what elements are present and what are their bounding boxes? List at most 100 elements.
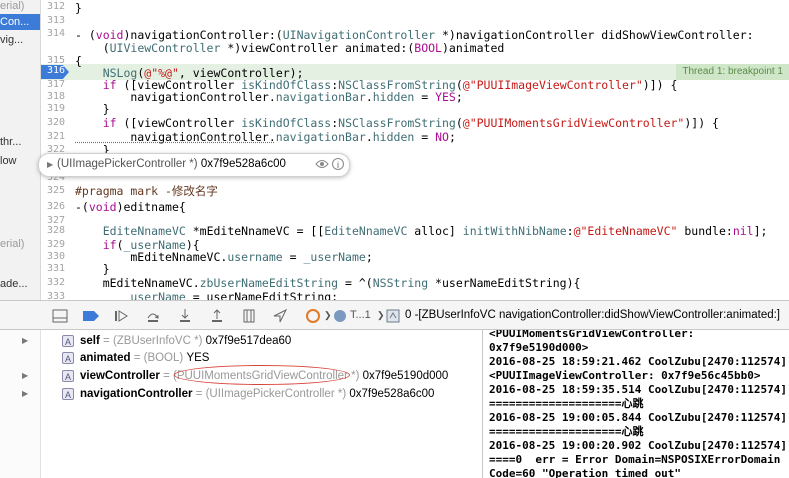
navigator-item[interactable]: erial): [0, 238, 24, 250]
code-token: ;: [455, 90, 463, 104]
argument-badge-icon: A: [62, 335, 74, 347]
navigator-item[interactable]: vig...: [0, 34, 23, 46]
code-token: if: [102, 116, 117, 130]
code-token: -(: [75, 200, 89, 214]
navigator-item[interactable]: thr...: [0, 136, 21, 148]
argument-badge-icon: A: [62, 370, 74, 382]
disclosure-triangle-icon[interactable]: ▶: [22, 368, 32, 384]
code-token: hidden: [372, 130, 415, 144]
info-icon[interactable]: i: [332, 158, 344, 170]
variable-row[interactable]: ▶ AnavigationController = (UIImagePickerC…: [22, 386, 477, 402]
argument-badge-icon: A: [62, 352, 74, 364]
line-number: 332: [46, 277, 65, 288]
disclosure-triangle-icon[interactable]: ▶: [47, 160, 53, 169]
console-line: Code=60 "Operation timed out": [489, 467, 682, 478]
console-output[interactable]: <PUUIMomentsGridViewController: 0x7f9e519…: [483, 330, 789, 478]
view-hierarchy-icon[interactable]: [241, 308, 257, 324]
code-token: initWithNibName: [462, 224, 567, 238]
source-editor[interactable]: } - (void)navigationController:(UINavigat…: [67, 0, 789, 300]
equals-sign: =: [99, 335, 113, 347]
code-token: BOOL: [414, 41, 442, 55]
line-number: 330: [46, 251, 65, 262]
chevron-right-icon: ❯: [324, 310, 332, 320]
code-token: EditeNnameVC: [102, 224, 186, 238]
code-token: :: [566, 224, 574, 238]
code-token: EditeNnameVC: [324, 224, 408, 238]
variable-value: 0x7f9e517dea60: [205, 335, 292, 347]
thread-icon[interactable]: [333, 308, 347, 324]
code-token: =: [414, 130, 436, 144]
code-token: mEditeNnameVC.: [75, 276, 200, 290]
continue-icon[interactable]: [113, 308, 129, 324]
code-token: .: [365, 90, 373, 104]
code-token: NO: [435, 130, 449, 144]
code-line: navigationController.navigationBar.hidde…: [75, 89, 463, 105]
variable-name-text: self: [80, 335, 100, 347]
console-line: 2016-08-25 18:59:21.462 CoolZubu[2470:11…: [489, 355, 788, 368]
argument-badge-icon: A: [62, 388, 74, 400]
disclosure-triangle-icon[interactable]: ▶: [22, 333, 32, 349]
variable-row[interactable]: ▶ Aself = (ZBUserInfoVC *) 0x7f9e517dea60: [22, 333, 477, 349]
console-line: <PUUIImageViewController: 0x7f9e56c45bb0…: [489, 369, 761, 382]
code-token: navigationBar: [275, 130, 366, 144]
project-navigator: erial)Con...vig...thr...lowerial)ade...e…: [0, 0, 41, 300]
code-token: UIViewController: [109, 41, 221, 55]
code-token: = userNameEditString;: [185, 290, 339, 300]
code-token: )]) {: [684, 116, 719, 130]
variable-value: 0x7f9e5190d000: [362, 370, 449, 382]
console-line: <PUUIMomentsGridViewController:: [489, 330, 695, 340]
code-token: NSClassFromString: [338, 116, 456, 130]
console-line: 2016-08-25 19:00:20.902 CoolZubu[2470:11…: [489, 439, 788, 452]
step-into-icon[interactable]: [177, 308, 193, 324]
console-line: ====================心跳: [489, 397, 644, 410]
code-token: ;: [448, 130, 456, 144]
code-token: @"PUUIImageViewController": [462, 78, 643, 92]
stack-frame-icon[interactable]: [386, 308, 400, 324]
code-token: @"EditeNnameVC": [573, 224, 678, 238]
line-number: 321: [46, 131, 65, 142]
code-token: ];: [753, 224, 768, 238]
navigator-item[interactable]: erial): [0, 0, 24, 12]
navigator-item[interactable]: Con...: [0, 14, 40, 30]
code-token: alloc]: [407, 224, 463, 238]
line-number: 331: [46, 263, 65, 274]
code-token: @"PUUIMomentsGridViewController": [462, 116, 685, 130]
disclosure-triangle-icon[interactable]: ▶: [22, 386, 32, 402]
location-arrow-icon[interactable]: [272, 308, 288, 324]
line-number: 317: [46, 79, 65, 90]
code-token: )animated: [441, 41, 505, 55]
code-token: }: [75, 262, 110, 276]
thread-selector[interactable]: T...1: [350, 309, 371, 325]
navigator-item[interactable]: ade...: [0, 278, 28, 290]
line-number: 328: [46, 225, 65, 236]
variable-row[interactable]: Aanimated = (BOOL) YES: [22, 350, 477, 366]
quick-look-eye-icon[interactable]: [315, 158, 329, 170]
equals-sign: =: [192, 388, 206, 400]
variable-name-text: viewController: [80, 370, 160, 382]
line-number: 319: [46, 103, 65, 114]
variable-data-tip[interactable]: ▶ (UIImagePickerController *) 0x7f9e528a…: [38, 153, 350, 177]
step-over-icon[interactable]: [145, 308, 161, 324]
code-token: )]) {: [642, 78, 678, 92]
line-number: 318: [46, 91, 65, 102]
console-line: 2016-08-25 18:59:35.514 CoolZubu[2470:11…: [489, 383, 788, 396]
code-line: }: [75, 0, 82, 16]
line-number: 313: [46, 15, 65, 26]
hide-debug-area-icon[interactable]: [52, 308, 68, 324]
navigator-item[interactable]: low: [0, 155, 17, 167]
code-token: }: [75, 102, 110, 116]
app-swift-icon[interactable]: [305, 308, 321, 324]
chevron-right-icon: ❯: [377, 310, 385, 320]
line-number: 314: [46, 28, 65, 39]
code-line: userName = userNameEditString;: [75, 289, 338, 300]
equals-sign: =: [130, 352, 144, 364]
code-token: bundle:: [677, 224, 733, 238]
variable-type: (UIImagePickerController *): [205, 388, 347, 400]
breakpoints-toggle-icon[interactable]: [82, 308, 100, 324]
code-token: nil: [732, 224, 754, 238]
step-out-icon[interactable]: [209, 308, 225, 324]
stack-frame-label[interactable]: 0 -[ZBUserInfoVC navigationController:di…: [405, 309, 780, 321]
debug-toolbar: ❯ T...1 ❯ 0 -[ZBUserInfoVC navigationCon…: [0, 300, 789, 330]
